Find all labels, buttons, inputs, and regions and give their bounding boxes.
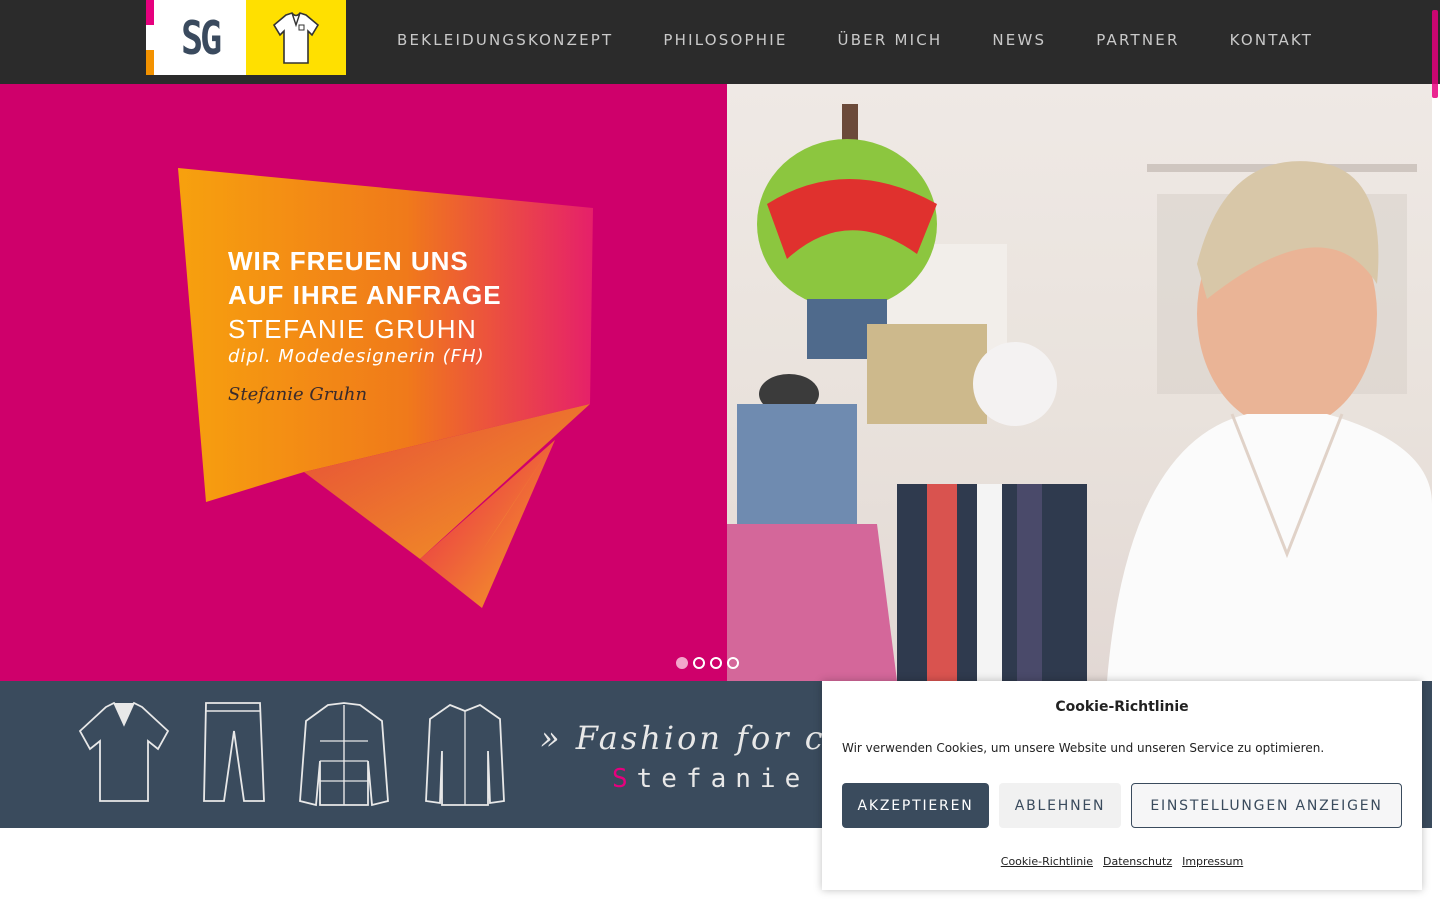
site-logo[interactable]: SG	[146, 0, 346, 75]
nav-item-bekleidungskonzept[interactable]: BEKLEIDUNGSKONZEPT	[397, 31, 613, 49]
logo-text: SG	[181, 10, 222, 65]
site-header: SG BEKLEIDUNGSKONZEPT PHILOSOPHIE ÜBER M…	[0, 0, 1440, 98]
cookie-title: Cookie-Richtlinie	[1055, 699, 1189, 715]
hero-left-panel: WIR FREUEN UNS AUF IHRE ANFRAGE STEFANIE…	[0, 84, 727, 681]
nav-item-news[interactable]: NEWS	[992, 31, 1046, 49]
cookie-preferences-button[interactable]: EINSTELLUNGEN ANZEIGEN	[1131, 783, 1402, 828]
main-nav: BEKLEIDUNGSKONZEPT PHILOSOPHIE ÜBER MICH…	[397, 31, 1363, 49]
accept-cookies-button[interactable]: AKZEPTIEREN	[842, 783, 989, 828]
nav-item-ueber-mich[interactable]: ÜBER MICH	[838, 31, 943, 49]
hero-line-1: WIR FREUEN UNS	[228, 246, 469, 276]
padded-jacket-icon	[299, 702, 389, 807]
privacy-link[interactable]: Datenschutz	[1103, 855, 1172, 868]
nav-item-partner[interactable]: PARTNER	[1096, 31, 1179, 49]
hero-signature: Stefanie Gruhn	[228, 384, 368, 405]
hero-name: STEFANIE GRUHN	[228, 314, 478, 344]
scrollbar-thumb[interactable]	[1432, 10, 1438, 98]
logo-shirt-icon	[246, 0, 346, 75]
slider-dot-4[interactable]	[727, 657, 739, 669]
slider-dot-2[interactable]	[693, 657, 705, 669]
cookie-links: Cookie-Richtlinie Datenschutz Impressum	[822, 855, 1422, 868]
trousers-icon	[203, 702, 265, 802]
hero-title: dipl. Modedesignerin (FH)	[228, 346, 485, 367]
speech-bubble-graphic	[178, 168, 593, 608]
slider-pagination	[676, 657, 739, 669]
slider-dot-1[interactable]	[676, 657, 688, 669]
cookie-message: Wir verwenden Cookies, um unsere Website…	[842, 741, 1325, 755]
slider-dot-3[interactable]	[710, 657, 722, 669]
nav-item-philosophie[interactable]: PHILOSOPHIE	[663, 31, 787, 49]
cookie-policy-link[interactable]: Cookie-Richtlinie	[1001, 855, 1093, 868]
hero-line-2: AUF IHRE ANFRAGE	[228, 280, 502, 310]
logo-color-stripe	[146, 0, 154, 75]
hero-photo	[727, 84, 1432, 681]
imprint-link[interactable]: Impressum	[1182, 855, 1243, 868]
hero-slider: WIR FREUEN UNS AUF IHRE ANFRAGE STEFANIE…	[0, 84, 1432, 681]
dress-shirt-icon	[425, 703, 505, 806]
nav-item-kontakt[interactable]: KONTAKT	[1230, 31, 1314, 49]
portrait-photo-illustration	[727, 104, 1432, 681]
hero-message: WIR FREUEN UNS AUF IHRE ANFRAGE STEFANIE…	[228, 244, 502, 368]
polo-shirt-icon	[78, 701, 170, 802]
deny-cookies-button[interactable]: ABLEHNEN	[999, 783, 1121, 828]
cookie-consent-dialog: Cookie-Richtlinie Wir verwenden Cookies,…	[822, 681, 1422, 890]
